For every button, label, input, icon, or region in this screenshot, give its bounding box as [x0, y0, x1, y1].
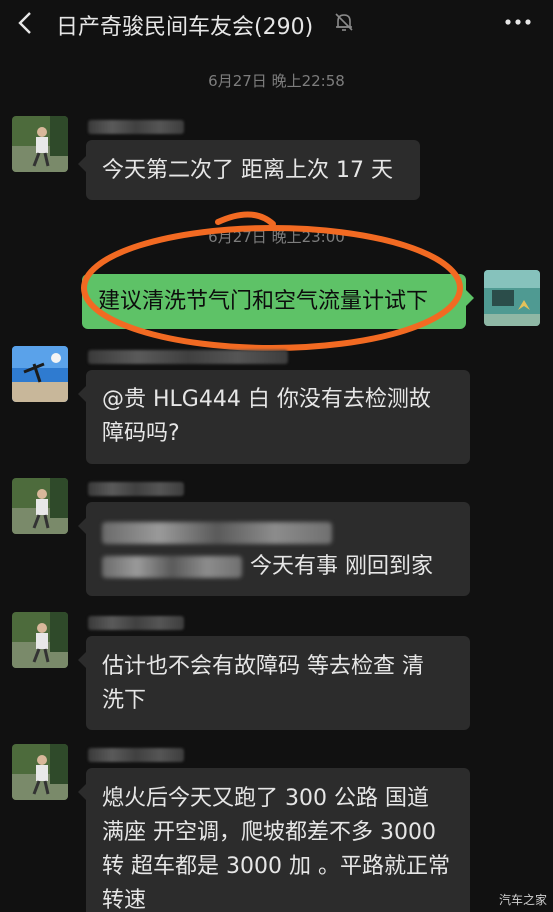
watermark: 汽车之家: [498, 893, 547, 907]
message-text: 转速: [102, 888, 147, 912]
chevron-left-icon[interactable]: [12, 8, 40, 38]
sender-name-blurred: [88, 748, 184, 762]
message-bubble[interactable]: @贵 HLG444 白 你没有去检测故 障码吗?: [78, 370, 470, 464]
timestamp: 6月27日 晚上23:00: [208, 228, 345, 246]
avatar[interactable]: [12, 612, 68, 668]
message-text: @贵 HLG444 白 你没有去检测故: [102, 387, 431, 412]
message-text: 满座 开空调，爬坡都差不多 3000: [102, 820, 436, 845]
ellipsis-icon[interactable]: [502, 12, 534, 32]
avatar-photo: [12, 744, 68, 800]
avatar-photo: [484, 270, 540, 326]
my-avatar[interactable]: [484, 270, 540, 326]
chat-header: 日产奇骏民间车友会(290): [0, 0, 553, 48]
message-text: 障码吗?: [102, 421, 180, 446]
avatar[interactable]: [12, 346, 68, 402]
timestamp: 6月27日 晚上22:58: [208, 72, 345, 90]
message-text: 建议清洗节气门和空气流量计试下: [98, 289, 429, 314]
avatar[interactable]: [12, 744, 68, 800]
message-line: [102, 516, 454, 550]
redacted-text: [102, 556, 242, 578]
message-bubble[interactable]: 今天第二次了 距离上次 17 天: [78, 140, 420, 200]
avatar-photo: [12, 116, 68, 172]
sender-name-blurred: [88, 120, 184, 134]
my-message-bubble[interactable]: 建议清洗节气门和空气流量计试下: [82, 274, 474, 329]
sender-name-blurred: [88, 482, 184, 496]
avatar[interactable]: [12, 478, 68, 534]
chat-title: 日产奇骏民间车友会(290): [56, 15, 314, 40]
message-text: 熄火后今天又跑了 300 公路 国道: [102, 786, 429, 811]
message-line: 今天有事 刚回到家: [102, 550, 454, 584]
avatar-photo: [12, 346, 68, 402]
avatar-photo: [12, 478, 68, 534]
message-text: 今天第二次了 距离上次 17 天: [102, 158, 393, 183]
message-bubble[interactable]: 今天有事 刚回到家: [78, 502, 470, 596]
avatar[interactable]: [12, 116, 68, 172]
message-text: 今天有事 刚回到家: [250, 554, 433, 579]
message-bubble[interactable]: 估计也不会有故障码 等去检查 清 洗下: [78, 636, 470, 730]
message-text: 洗下: [102, 688, 147, 713]
message-text: 估计也不会有故障码 等去检查 清: [102, 654, 424, 679]
sender-name-blurred: [88, 350, 288, 364]
bell-off-icon: [335, 13, 353, 31]
message-bubble[interactable]: 熄火后今天又跑了 300 公路 国道 满座 开空调，爬坡都差不多 3000 转 …: [78, 768, 470, 912]
sender-name-blurred: [88, 616, 184, 630]
message-text: 转 超车都是 3000 加 。平路就正常: [102, 854, 450, 879]
redacted-text: [102, 522, 332, 544]
avatar-photo: [12, 612, 68, 668]
